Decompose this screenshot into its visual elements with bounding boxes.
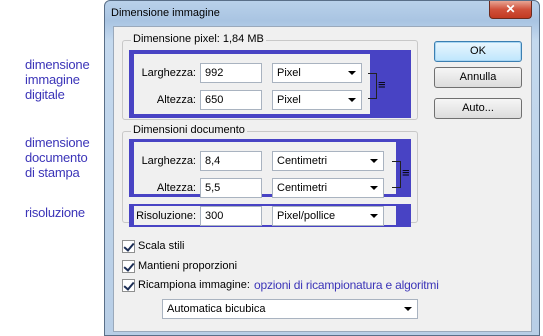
constrain-proportions-label: Mantieni proporzioni xyxy=(138,260,238,272)
pixel-height-input[interactable]: 650 xyxy=(200,90,262,110)
document-link-bracket xyxy=(392,161,401,188)
close-button[interactable]: ✕ xyxy=(489,1,532,19)
dialog-title: Dimensione immagine xyxy=(111,7,220,19)
auto-button[interactable]: Auto... xyxy=(434,98,522,119)
pixel-width-unit-value: Pixel xyxy=(277,67,301,79)
ok-button[interactable]: OK xyxy=(434,41,522,62)
chevron-down-icon xyxy=(404,307,412,311)
resolution-label: Risoluzione: xyxy=(136,210,196,222)
document-width-unit-value: Centimetri xyxy=(277,155,328,167)
resample-image-label: Ricampiona immagine: xyxy=(138,279,250,291)
annotation-digital-size: dimensione immagine digitale xyxy=(25,57,90,102)
resolution-unit-value: Pixel/pollice xyxy=(277,210,336,222)
resample-method-value: Automatica bicubica xyxy=(167,303,266,315)
chevron-down-icon xyxy=(370,186,378,190)
close-icon: ✕ xyxy=(505,2,516,16)
pixel-height-unit-select[interactable]: Pixel xyxy=(272,90,362,110)
pixel-height-label: Altezza: xyxy=(156,94,196,106)
scale-styles-label: Scala stili xyxy=(138,240,185,252)
pixel-height-unit-value: Pixel xyxy=(277,94,301,106)
annotation-document-size: dimensione documento di stampa xyxy=(25,135,90,180)
chevron-down-icon xyxy=(370,159,378,163)
pixel-width-unit-select[interactable]: Pixel xyxy=(272,63,362,83)
image-size-dialog: Dimensione immagine ✕ Dimensione pixel: … xyxy=(104,0,540,336)
checkbox-checked-icon xyxy=(122,279,135,292)
document-height-unit-value: Centimetri xyxy=(277,182,328,194)
cancel-button[interactable]: Annulla xyxy=(434,67,522,88)
resolution-input[interactable]: 300 xyxy=(200,206,262,226)
document-width-label: Larghezza: xyxy=(141,155,196,167)
chevron-down-icon xyxy=(348,71,356,75)
chain-link-icon: ≡ xyxy=(378,77,386,92)
document-size-legend: Dimensioni documento xyxy=(131,124,247,136)
annotation-resample-options: opzioni di ricampionatura e algoritmi xyxy=(254,278,439,292)
chevron-down-icon xyxy=(370,214,378,218)
document-height-input[interactable]: 5,5 xyxy=(200,178,262,198)
pixel-width-label: Larghezza: xyxy=(141,67,196,79)
dialog-client-area: Dimensione pixel: 1,84 MB Larghezza: 992… xyxy=(113,26,532,332)
checkbox-checked-icon xyxy=(122,260,135,273)
checkbox-checked-icon xyxy=(122,240,135,253)
pixel-width-input[interactable]: 992 xyxy=(200,63,262,83)
annotation-resolution: risoluzione xyxy=(25,205,85,220)
chain-link-icon: ≡ xyxy=(402,165,410,180)
pixel-link-bracket xyxy=(368,73,377,99)
document-height-label: Altezza: xyxy=(156,182,196,194)
pixel-dimensions-legend: Dimensione pixel: 1,84 MB xyxy=(131,33,266,45)
resample-method-select[interactable]: Automatica bicubica xyxy=(162,299,418,319)
chevron-down-icon xyxy=(348,98,356,102)
document-width-input[interactable]: 8,4 xyxy=(200,151,262,171)
resolution-unit-select[interactable]: Pixel/pollice xyxy=(272,206,384,226)
document-height-unit-select[interactable]: Centimetri xyxy=(272,178,384,198)
document-width-unit-select[interactable]: Centimetri xyxy=(272,151,384,171)
